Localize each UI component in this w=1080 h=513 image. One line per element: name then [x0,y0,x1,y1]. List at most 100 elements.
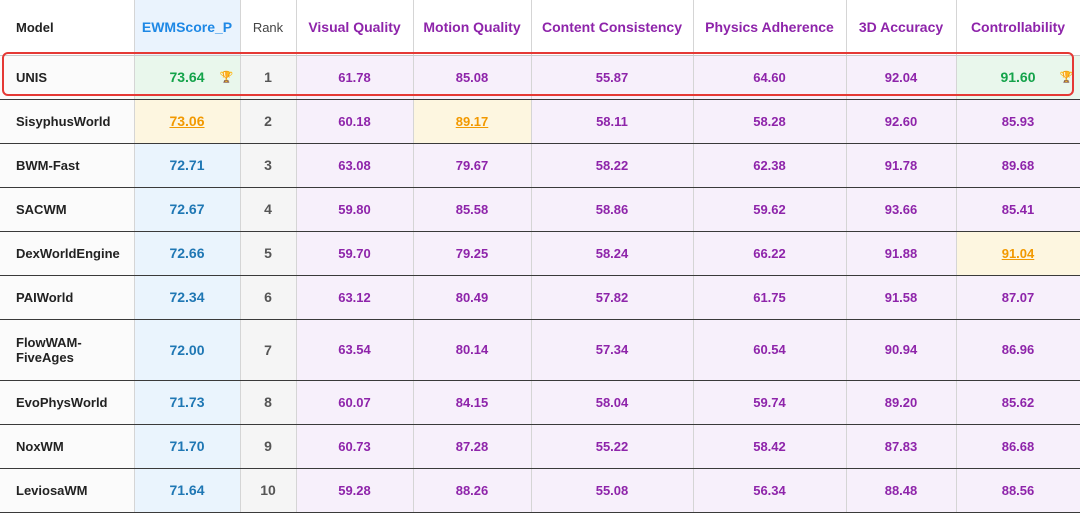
score-cell: 72.66 [134,231,241,276]
table-row[interactable]: NoxWM 71.70 9 60.73 87.28 55.22 58.42 87… [0,424,1080,469]
motion-quality-cell: 87.28 [413,424,532,469]
model-cell: UNIS [0,55,135,100]
motion-quality-cell: 88.26 [413,468,532,513]
header-controllability[interactable]: Controllability [956,0,1080,56]
rank-cell: 5 [240,231,297,276]
header-score[interactable]: EWMScore_P [134,0,241,56]
3d-accuracy-cell: 88.48 [846,468,957,513]
score-cell: 72.71 [134,143,241,188]
score-cell: 73.64 🏆 [134,55,241,100]
table-row[interactable]: LeviosaWM 71.64 10 59.28 88.26 55.08 56.… [0,468,1080,513]
visual-quality-cell: 61.78 [296,55,414,100]
visual-quality-cell: 59.70 [296,231,414,276]
score-cell: 73.06 [134,99,241,144]
rank-cell: 10 [240,468,297,513]
model-cell: EvoPhysWorld [0,380,135,425]
header-model[interactable]: Model [0,0,135,56]
rank-cell: 3 [240,143,297,188]
3d-accuracy-cell: 92.04 [846,55,957,100]
controllability-cell: 87.07 [956,275,1080,320]
physics-adherence-cell: 59.74 [693,380,847,425]
model-cell: BWM-Fast [0,143,135,188]
score-value: 73.06 [169,113,205,129]
table-row[interactable]: BWM-Fast 72.71 3 63.08 79.67 58.22 62.38… [0,143,1080,188]
content-consistency-cell: 58.11 [531,99,694,144]
motion-quality-cell: 79.67 [413,143,532,188]
header-visual-quality[interactable]: Visual Quality [296,0,414,56]
content-consistency-cell: 57.82 [531,275,694,320]
content-consistency-cell: 58.86 [531,187,694,232]
physics-adherence-cell: 64.60 [693,55,847,100]
controllability-value: 91.60 [1000,69,1036,85]
controllability-cell: 85.93 [956,99,1080,144]
header-content-consistency[interactable]: Content Consistency [531,0,694,56]
3d-accuracy-cell: 91.58 [846,275,957,320]
physics-adherence-cell: 60.54 [693,319,847,381]
table-row[interactable]: SACWM 72.67 4 59.80 85.58 58.86 59.62 93… [0,187,1080,232]
3d-accuracy-cell: 91.78 [846,143,957,188]
trophy-icon: 🏆 [1059,71,1074,84]
model-cell: NoxWM [0,424,135,469]
physics-adherence-cell: 61.75 [693,275,847,320]
content-consistency-cell: 58.24 [531,231,694,276]
score-cell: 72.67 [134,187,241,232]
model-cell: PAIWorld [0,275,135,320]
content-consistency-cell: 58.04 [531,380,694,425]
header-physics-adherence[interactable]: Physics Adherence [693,0,847,56]
physics-adherence-cell: 62.38 [693,143,847,188]
motion-quality-cell: 80.49 [413,275,532,320]
table-row[interactable]: EvoPhysWorld 71.73 8 60.07 84.15 58.04 5… [0,380,1080,425]
motion-quality-cell: 85.58 [413,187,532,232]
3d-accuracy-cell: 91.88 [846,231,957,276]
header-row: Model EWMScore_P Rank Visual Quality Mot… [0,0,1080,56]
header-motion-quality[interactable]: Motion Quality [413,0,532,56]
table-row[interactable]: DexWorldEngine 72.66 5 59.70 79.25 58.24… [0,231,1080,276]
physics-adherence-cell: 59.62 [693,187,847,232]
score-value: 73.64 [169,69,205,85]
visual-quality-cell: 60.73 [296,424,414,469]
rank-cell: 6 [240,275,297,320]
header-rank[interactable]: Rank [240,0,297,56]
controllability-cell: 86.96 [956,319,1080,381]
physics-adherence-cell: 58.42 [693,424,847,469]
3d-accuracy-cell: 89.20 [846,380,957,425]
table-row[interactable]: PAIWorld 72.34 6 63.12 80.49 57.82 61.75… [0,275,1080,320]
header-3d-accuracy[interactable]: 3D Accuracy [846,0,957,56]
visual-quality-cell: 60.18 [296,99,414,144]
model-cell: LeviosaWM [0,468,135,513]
motion-quality-cell: 80.14 [413,319,532,381]
table-row[interactable]: FlowWAM-FiveAges 72.00 7 63.54 80.14 57.… [0,319,1080,381]
model-cell: SisyphusWorld [0,99,135,144]
trophy-icon: 🏆 [219,71,234,84]
physics-adherence-cell: 58.28 [693,99,847,144]
visual-quality-cell: 63.08 [296,143,414,188]
content-consistency-cell: 58.22 [531,143,694,188]
motion-quality-cell: 85.08 [413,55,532,100]
table-row[interactable]: UNIS 73.64 🏆 1 61.78 85.08 55.87 64.60 92… [0,55,1080,100]
physics-adherence-cell: 56.34 [693,468,847,513]
controllability-value: 91.04 [1001,245,1035,261]
3d-accuracy-cell: 87.83 [846,424,957,469]
score-cell: 71.64 [134,468,241,513]
motion-quality-cell: 89.17 [413,99,532,144]
visual-quality-cell: 63.54 [296,319,414,381]
3d-accuracy-cell: 93.66 [846,187,957,232]
controllability-cell: 85.62 [956,380,1080,425]
motion-quality-cell: 84.15 [413,380,532,425]
visual-quality-cell: 60.07 [296,380,414,425]
3d-accuracy-cell: 92.60 [846,99,957,144]
content-consistency-cell: 55.08 [531,468,694,513]
visual-quality-cell: 59.28 [296,468,414,513]
rank-cell: 1 [240,55,297,100]
model-cell: DexWorldEngine [0,231,135,276]
visual-quality-cell: 59.80 [296,187,414,232]
rank-cell: 4 [240,187,297,232]
score-cell: 71.73 [134,380,241,425]
table-row[interactable]: SisyphusWorld 73.06 2 60.18 89.17 58.11 … [0,99,1080,144]
controllability-cell: 89.68 [956,143,1080,188]
controllability-cell: 86.68 [956,424,1080,469]
rank-cell: 8 [240,380,297,425]
content-consistency-cell: 55.87 [531,55,694,100]
model-cell: SACWM [0,187,135,232]
score-cell: 71.70 [134,424,241,469]
